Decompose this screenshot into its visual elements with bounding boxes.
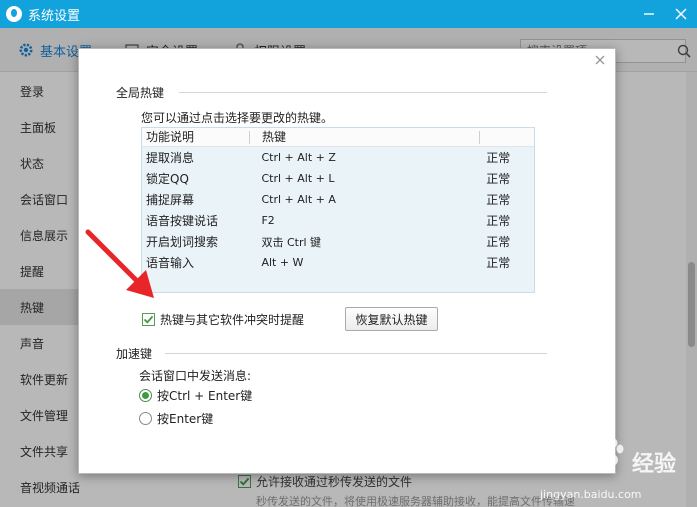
- hotkey-function: 锁定QQ: [146, 172, 189, 186]
- hotkey-function: 捕捉屏幕: [146, 193, 195, 207]
- radio-unselected-icon: [139, 412, 152, 425]
- hotkey-combination: 双击 Ctrl 键: [261, 235, 322, 249]
- section-divider: [165, 353, 547, 354]
- global-hotkeys-title: 全局热键: [116, 86, 165, 100]
- minimize-icon[interactable]: [633, 0, 665, 28]
- hotkey-combination: F2: [261, 214, 275, 227]
- table-row[interactable]: 锁定QQ Ctrl + Alt + L 正常: [142, 168, 534, 189]
- table-row[interactable]: 语音按键说话 F2 正常: [142, 210, 534, 231]
- hotkey-combination: Ctrl + Alt + A: [261, 193, 336, 206]
- table-row[interactable]: 语音输入 Alt + W 正常: [142, 252, 534, 273]
- close-icon[interactable]: [593, 53, 607, 67]
- hotkey-function: 语音输入: [146, 256, 195, 270]
- radio-ctrl-enter[interactable]: 按Ctrl + Enter键: [139, 387, 252, 404]
- hotkey-hint-text: 您可以通过点击选择要更改的热键。: [141, 111, 334, 125]
- section-divider: [179, 92, 547, 93]
- hotkey-status: 正常: [486, 235, 511, 249]
- hotkey-combination: Ctrl + Alt + L: [261, 172, 335, 185]
- checkbox-label: 热键与其它软件冲突时提醒: [160, 313, 305, 327]
- column-header-hotkey: 热键: [250, 130, 480, 144]
- window-title: 系统设置: [28, 8, 81, 24]
- table-header: 功能说明 热键: [142, 128, 534, 147]
- radio-label: 按Ctrl + Enter键: [157, 389, 253, 403]
- hotkey-status: 正常: [486, 256, 511, 270]
- radio-enter[interactable]: 按Enter键: [139, 410, 213, 427]
- radio-selected-icon: [139, 389, 152, 402]
- hotkey-function: 开启划词搜索: [146, 235, 219, 249]
- send-message-label: 会话窗口中发送消息:: [139, 369, 252, 383]
- hotkey-function: 语音按键说话: [146, 214, 219, 228]
- hotkey-combination: Ctrl + Alt + Z: [261, 151, 336, 164]
- hotkey-table: 功能说明 热键 提取消息 Ctrl + Alt + Z 正常 锁定QQ Ctrl…: [141, 127, 535, 293]
- table-row[interactable]: 提取消息 Ctrl + Alt + Z 正常: [142, 147, 534, 168]
- hotkey-function: 提取消息: [146, 151, 195, 165]
- restore-default-hotkeys-button[interactable]: 恢复默认热键: [345, 307, 438, 331]
- hotkey-status: 正常: [486, 214, 511, 228]
- hotkey-status: 正常: [486, 151, 511, 165]
- hotkey-status: 正常: [486, 193, 511, 207]
- table-row[interactable]: 捕捉屏幕 Ctrl + Alt + A 正常: [142, 189, 534, 210]
- hotkey-settings-dialog: 全局热键 您可以通过点击选择要更改的热键。 功能说明 热键 提取消息 Ctrl …: [78, 48, 616, 474]
- close-icon[interactable]: [665, 0, 697, 28]
- hotkey-conflict-checkbox[interactable]: 热键与其它软件冲突时提醒: [142, 311, 304, 328]
- hotkey-status: 正常: [486, 172, 511, 186]
- hotkey-combination: Alt + W: [261, 256, 304, 269]
- table-row[interactable]: 开启划词搜索 双击 Ctrl 键 正常: [142, 231, 534, 252]
- radio-label: 按Enter键: [157, 412, 214, 426]
- qq-penguin-icon: [6, 6, 22, 22]
- column-header-function: 功能说明: [142, 130, 250, 144]
- accelerator-title: 加速键: [116, 347, 153, 361]
- window-titlebar: 系统设置: [0, 0, 697, 28]
- checkbox-checked-icon: [142, 313, 155, 326]
